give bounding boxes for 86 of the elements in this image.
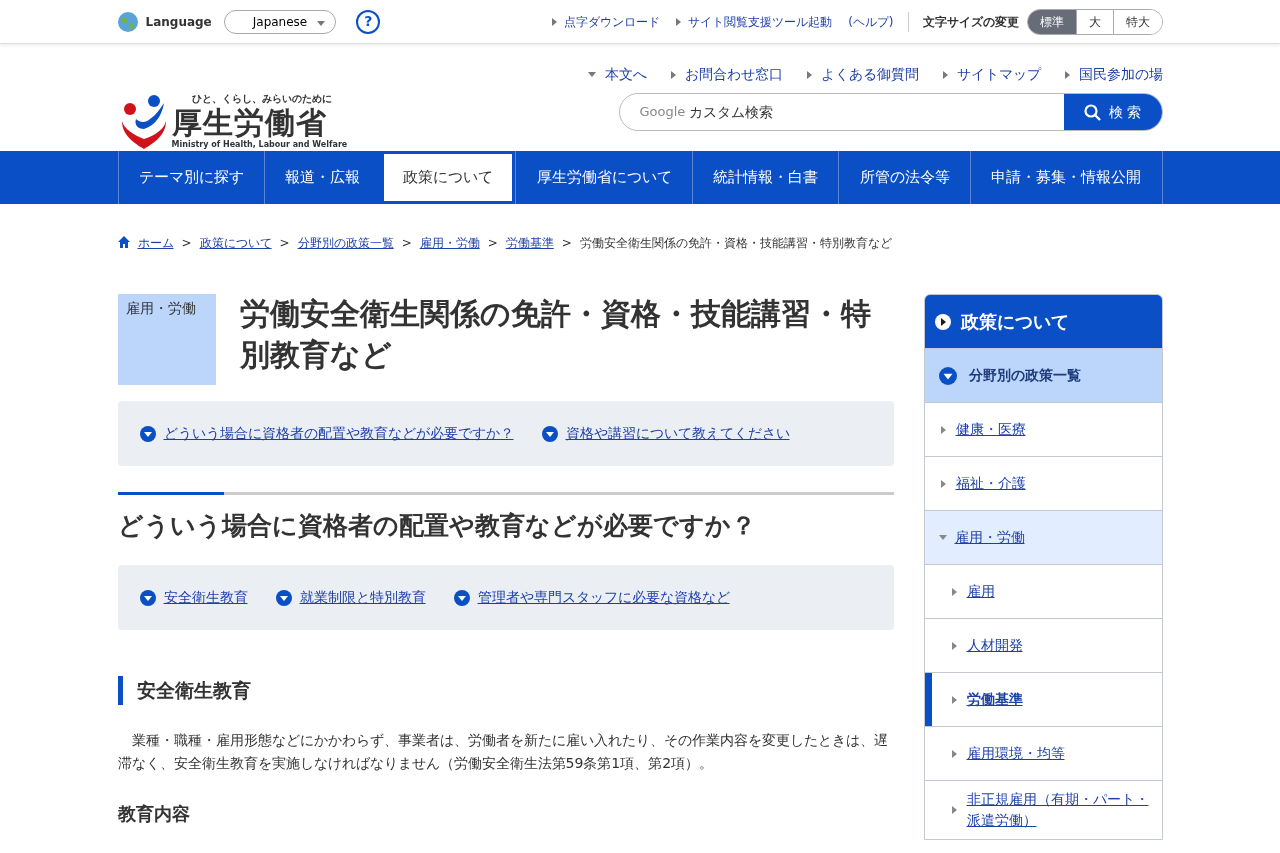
section-heading: どういう場合に資格者の配置や教育などが必要ですか？: [117, 511, 757, 541]
arrow-icon: [951, 806, 957, 814]
play-icon: [934, 313, 951, 330]
toc-link[interactable]: 資格や講習について教えてください: [565, 423, 790, 444]
header-link[interactable]: お問合わせ窓口: [684, 64, 783, 85]
minor-heading: 教育内容: [117, 802, 191, 827]
toc-link[interactable]: 安全衛生教育: [163, 587, 248, 608]
sidebar-item-label: 健康・医療: [955, 420, 1027, 439]
sidebar-item-label: 非正規雇用（有期・パート・派遣労働）: [966, 790, 1150, 830]
sidebar-item[interactable]: 労働基準: [924, 672, 1162, 726]
breadcrumb-item[interactable]: ホーム: [137, 234, 174, 252]
search-button[interactable]: 検 索: [1063, 94, 1162, 130]
arrow-icon: [806, 70, 812, 79]
chevron-down-icon: [139, 589, 156, 606]
breadcrumb-separator: >: [487, 235, 498, 252]
chevron-down-icon: [453, 589, 470, 606]
sidebar-item-label: 雇用・労働: [954, 528, 1026, 547]
breadcrumb-item[interactable]: 分野別の政策一覧: [297, 234, 394, 252]
header-link[interactable]: よくある御質問: [820, 64, 919, 85]
header-link[interactable]: 本文へ: [604, 64, 647, 85]
header-link[interactable]: 国民参加の場: [1078, 64, 1163, 85]
search-icon: [1083, 103, 1101, 121]
toc-link[interactable]: 就業制限と特別教育: [299, 587, 426, 608]
nav-tab[interactable]: 統計情報・白書: [691, 151, 839, 204]
arrow-icon: [587, 72, 596, 77]
sidebar-item-label: 雇用: [966, 582, 996, 601]
nav-tab[interactable]: テーマ別に探す: [117, 151, 265, 204]
breadcrumb-item: 労働安全衛生関係の免許・資格・技能講習・特別教育など: [579, 235, 892, 252]
arrow-icon: [951, 587, 957, 596]
category-tag: 雇用・労働: [117, 294, 216, 385]
sidebar-item-label: 労働基準: [966, 690, 1024, 709]
sidebar-item-label: 福祉・介護: [955, 474, 1027, 493]
paragraph: 業種・職種・雇用形態などにかかわらず、事業者は、労働者を新たに雇い入れたり、その作業内容を変更したときは、遅滞なく、安全衛生教育を実施しなければなりません（労働安全衛生法第59条第1項、第2項）。: [117, 730, 889, 774]
breadcrumb-separator: >: [181, 235, 192, 252]
breadcrumb-separator: >: [561, 235, 572, 252]
globe-icon: [117, 11, 138, 32]
breadcrumb-separator: >: [401, 235, 412, 252]
chevron-down-icon: [275, 589, 292, 606]
arrow-icon: [940, 479, 946, 488]
nav-tab[interactable]: 厚生労働省について: [515, 151, 692, 204]
arrow-icon: [942, 70, 948, 79]
page-title: 労働安全衛生関係の免許・資格・技能講習・特別教育など: [239, 295, 872, 374]
arrow-icon: [670, 70, 676, 79]
arrow-icon: [676, 17, 682, 26]
utility-link[interactable]: サイト閲覧支援ツール起動: [688, 12, 833, 31]
utility-link[interactable]: 点字ダウンロード: [564, 12, 661, 31]
breadcrumb-item[interactable]: 労働基準: [505, 234, 554, 252]
arrow-icon: [951, 695, 957, 704]
logo-tagline: ひと、くらし、みらいのために: [191, 92, 333, 106]
logo-subtitle: Ministry of Health, Labour and Welfare: [171, 139, 348, 151]
nav-tab[interactable]: 申請・募集・情報公開: [969, 151, 1163, 204]
toc-link[interactable]: どういう場合に資格者の配置や教育などが必要ですか？: [163, 423, 514, 444]
header-link[interactable]: サイトマップ: [956, 64, 1041, 85]
sidebar-item-label: 分野別の政策一覧: [968, 366, 1081, 385]
subheading: 安全衛生教育: [117, 676, 894, 705]
arrow-icon: [938, 535, 947, 540]
sidebar-item-label: 人材開発: [966, 636, 1024, 655]
caret-icon: [317, 20, 326, 26]
arrow-icon: [1064, 70, 1070, 79]
sidebar-item-label: 雇用環境・均等: [966, 744, 1066, 763]
sidebar-item[interactable]: 雇用・労働: [924, 510, 1162, 564]
chevron-down-icon: [541, 425, 558, 442]
nav-tab[interactable]: 報道・広報: [264, 151, 381, 204]
font-size-option[interactable]: 標準: [1027, 9, 1076, 34]
language-select[interactable]: Japanese: [223, 9, 337, 34]
nav-tab[interactable]: 所管の法令等: [838, 151, 970, 204]
toc-link[interactable]: 管理者や専門スタッフに必要な資格など: [477, 587, 730, 608]
breadcrumb-item[interactable]: 政策について: [199, 234, 272, 252]
arrow-icon: [940, 425, 946, 434]
font-size-option[interactable]: 特大: [1112, 9, 1162, 34]
utility-link[interactable]: (ヘルプ): [848, 12, 894, 31]
chevron-down-icon: [139, 425, 156, 442]
breadcrumb-item[interactable]: 雇用・労働: [419, 234, 480, 252]
language-label: Language: [145, 13, 212, 31]
breadcrumb-separator: >: [279, 235, 290, 252]
home-icon: [117, 236, 130, 248]
logo-name: 厚生労働省: [171, 106, 328, 139]
font-size-label: 文字サイズの変更: [922, 13, 1019, 31]
chevron-down-icon: [938, 366, 957, 385]
arrow-icon: [552, 17, 558, 26]
arrow-icon: [951, 641, 957, 650]
help-button[interactable]: ?: [356, 9, 381, 34]
sidebar-item[interactable]: 分野別の政策一覧: [924, 348, 1162, 402]
sidebar-title-text[interactable]: 政策について: [960, 308, 1069, 335]
arrow-icon: [951, 749, 957, 758]
search-brand: Google: [638, 103, 687, 122]
